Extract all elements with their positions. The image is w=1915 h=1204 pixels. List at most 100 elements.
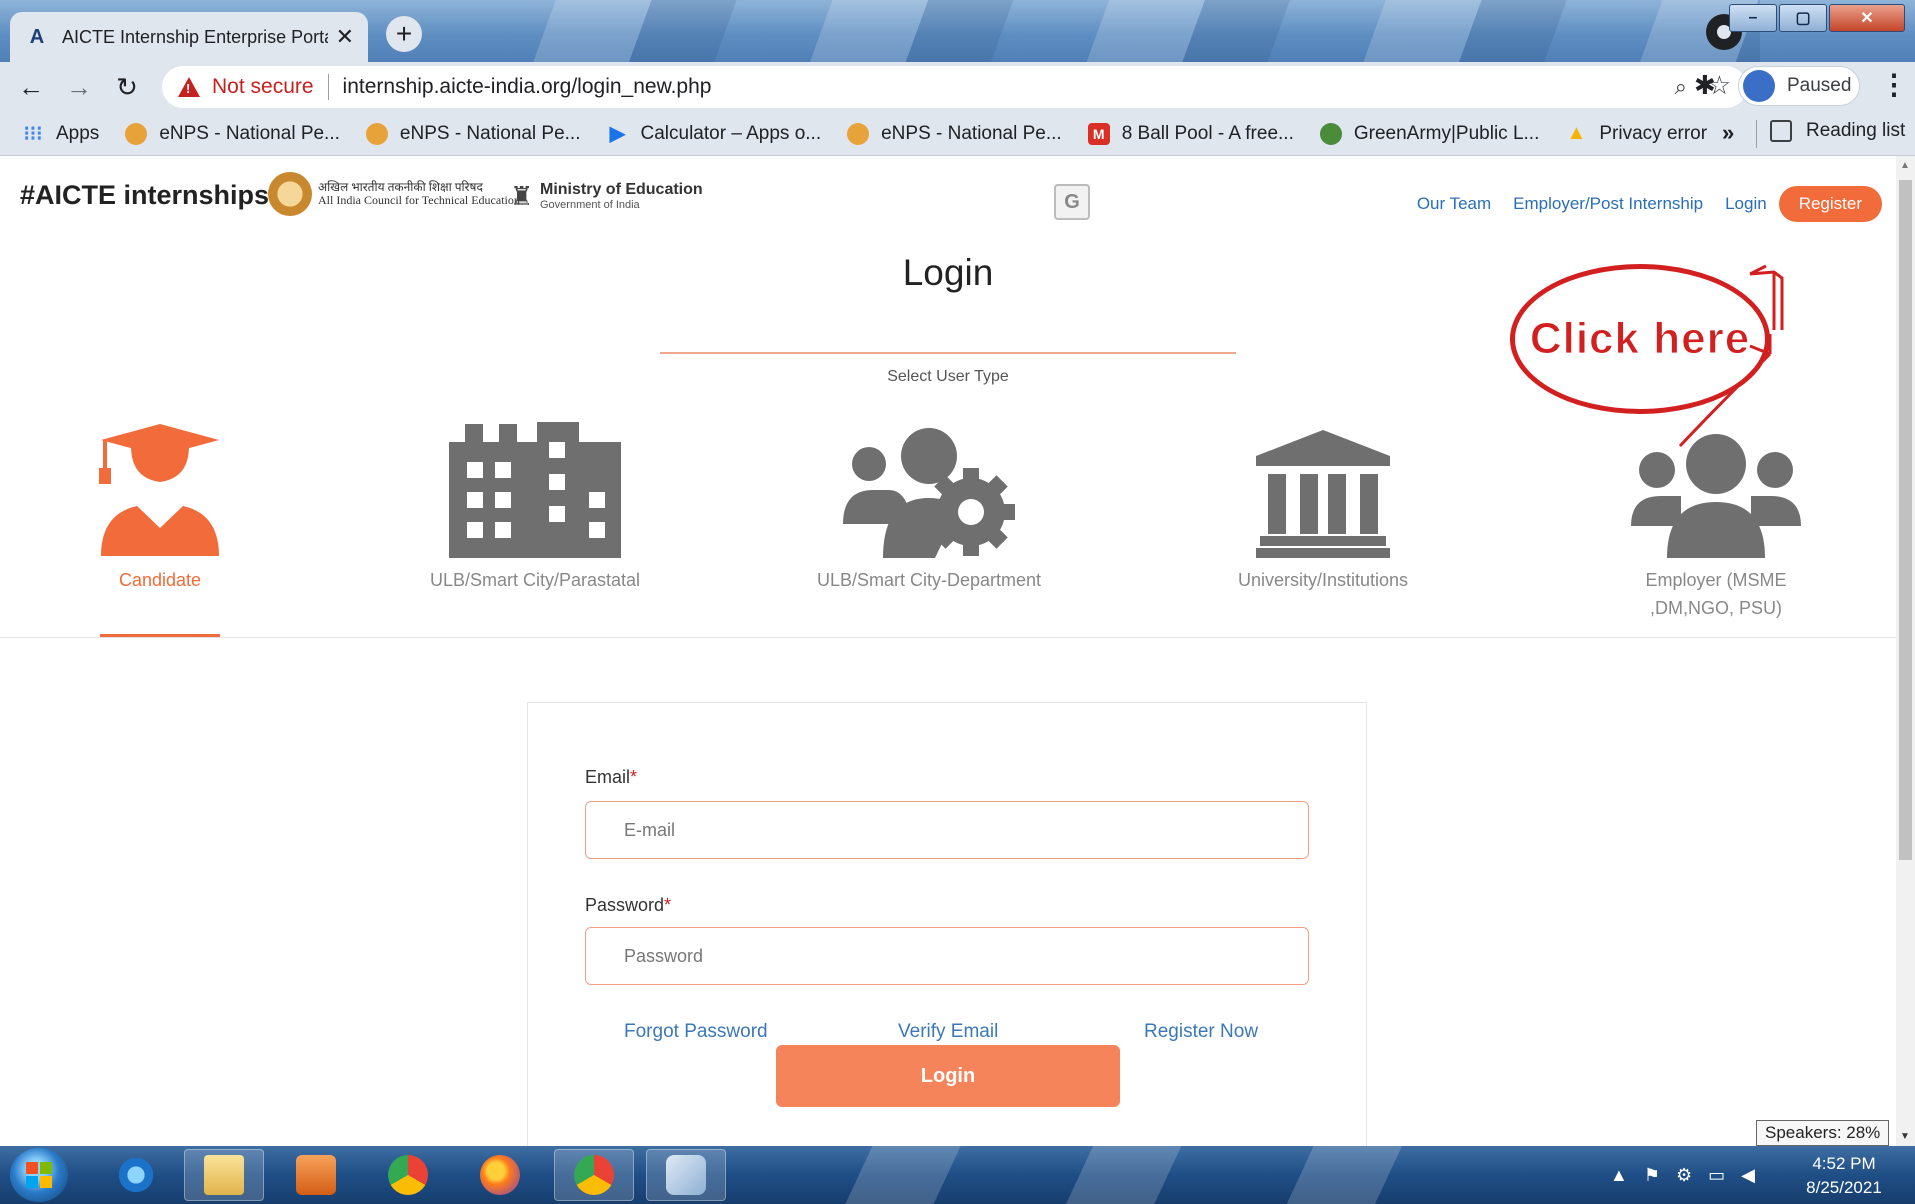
security-status[interactable]: Not secure bbox=[212, 75, 314, 99]
taskbar-internet-explorer[interactable] bbox=[96, 1149, 176, 1201]
taskbar-firefox[interactable] bbox=[460, 1149, 540, 1201]
aicte-logo-text: अखिल भारतीय तकनीकी शिक्षा परिषद All Indi… bbox=[318, 181, 520, 207]
nav-register-button[interactable]: Register bbox=[1778, 186, 1882, 222]
firefox-icon bbox=[480, 1155, 520, 1195]
minimize-icon[interactable]: – bbox=[1729, 4, 1777, 32]
google-translate-icon[interactable]: G bbox=[1054, 184, 1090, 220]
click-here-annotation: Click here bbox=[1510, 264, 1770, 414]
forgot-password-link[interactable]: Forgot Password bbox=[624, 1021, 768, 1043]
greenarmy-icon bbox=[1319, 122, 1342, 145]
action-center-flag-icon[interactable]: ⚑ bbox=[1644, 1165, 1660, 1186]
scroll-down-icon[interactable]: ▼ bbox=[1900, 1131, 1910, 1142]
bookmarks-overflow-icon[interactable]: » bbox=[1722, 120, 1734, 146]
nav-login[interactable]: Login bbox=[1725, 194, 1767, 214]
ministry-of-education-logo[interactable]: ♜ Ministry of Education Government of In… bbox=[510, 178, 703, 214]
chrome-icon bbox=[388, 1155, 428, 1195]
new-tab-button[interactable]: + bbox=[386, 16, 422, 52]
taskbar-file-explorer[interactable] bbox=[184, 1149, 264, 1201]
browser-tab-active[interactable]: A AICTE Internship Enterprise Porta ✕ bbox=[10, 12, 368, 62]
bookmark-enps-3[interactable]: eNPS - National Pe... bbox=[847, 122, 1062, 145]
speakers-volume-tooltip: Speakers: 28% bbox=[1756, 1120, 1890, 1146]
close-tab-icon[interactable]: ✕ bbox=[336, 24, 354, 50]
bookmark-8-ball-pool[interactable]: M 8 Ball Pool - A free... bbox=[1087, 122, 1294, 145]
show-hidden-icons-icon[interactable]: ▲ bbox=[1610, 1165, 1628, 1186]
taskbar-paint[interactable] bbox=[646, 1149, 726, 1201]
group-icon bbox=[1601, 418, 1831, 558]
enps-icon bbox=[847, 122, 870, 145]
windows-logo-icon bbox=[26, 1162, 52, 1188]
bookmark-label: GreenArmy|Public L... bbox=[1353, 122, 1540, 144]
extensions-puzzle-icon[interactable]: ✱ bbox=[1694, 70, 1716, 101]
password-label-text: Password bbox=[585, 895, 665, 915]
profile-status: Paused bbox=[1787, 75, 1852, 96]
more-menu-icon[interactable]: ⋮ bbox=[1880, 68, 1908, 101]
login-submit-button[interactable]: Login bbox=[776, 1045, 1120, 1107]
taskbar-media-player[interactable] bbox=[276, 1149, 356, 1201]
clock-time: 4:52 PM bbox=[1812, 1154, 1876, 1173]
user-type-university[interactable]: University/Institutions bbox=[1208, 418, 1438, 594]
reload-icon[interactable]: ↻ bbox=[110, 70, 144, 104]
window-close-icon[interactable]: ✕ bbox=[1829, 4, 1905, 32]
verify-email-link[interactable]: Verify Email bbox=[898, 1021, 998, 1043]
taskbar-chrome-remote[interactable] bbox=[554, 1149, 634, 1201]
tray-app-icon[interactable]: ⚙ bbox=[1676, 1165, 1692, 1186]
page-scrollbar[interactable]: ▲ ▼ bbox=[1896, 156, 1915, 1146]
browser-toolbar: ← → ↻ ! Not secure internship.aicte-indi… bbox=[0, 62, 1915, 112]
zoom-icon[interactable]: ⌕ bbox=[1675, 74, 1687, 100]
moe-subtitle: Government of India bbox=[540, 199, 640, 211]
bookmark-label: eNPS - National Pe... bbox=[399, 122, 581, 144]
chrome-remote-icon bbox=[574, 1155, 614, 1195]
bookmark-enps-1[interactable]: eNPS - National Pe... bbox=[125, 122, 340, 145]
address-bar[interactable]: ! Not secure internship.aicte-india.org/… bbox=[162, 66, 1747, 108]
moe-text: Ministry of Education Government of Indi… bbox=[540, 181, 703, 211]
internet-explorer-icon bbox=[116, 1155, 156, 1195]
network-icon[interactable]: ▭ bbox=[1708, 1165, 1725, 1186]
users-gear-icon bbox=[814, 418, 1044, 558]
window-controls: – ▢ ✕ bbox=[1727, 4, 1905, 32]
file-explorer-icon bbox=[204, 1155, 244, 1195]
site-brand[interactable]: #AICTE internships bbox=[20, 180, 269, 211]
back-arrow-icon[interactable]: ← bbox=[14, 70, 48, 104]
aicte-logo[interactable]: अखिल भारतीय तकनीकी शिक्षा परिषद All Indi… bbox=[268, 172, 520, 216]
user-type-employer[interactable]: Employer (MSME ,DM,NGO, PSU) bbox=[1601, 418, 1831, 622]
bookmark-enps-2[interactable]: eNPS - National Pe... bbox=[365, 122, 581, 145]
bookmark-calculator[interactable]: ▶ Calculator – Apps o... bbox=[607, 123, 821, 146]
url-text[interactable]: internship.aicte-india.org/login_new.php bbox=[343, 75, 712, 99]
avatar bbox=[1743, 70, 1775, 102]
forward-arrow-icon[interactable]: → bbox=[62, 70, 96, 104]
bookmark-apps[interactable]: ⁝⁝⁝ Apps bbox=[22, 123, 99, 146]
required-marker: * bbox=[664, 895, 672, 915]
user-type-candidate[interactable]: Candidate bbox=[45, 418, 275, 594]
bookmark-privacy-error[interactable]: ▲ Privacy error bbox=[1565, 122, 1708, 145]
user-type-label: Candidate bbox=[118, 570, 202, 590]
reading-list-button[interactable]: Reading list bbox=[1770, 120, 1905, 142]
bookmark-label: eNPS - National Pe... bbox=[159, 122, 340, 144]
scroll-up-icon[interactable]: ▲ bbox=[1900, 160, 1910, 171]
nav-our-team[interactable]: Our Team bbox=[1417, 194, 1491, 214]
maximize-icon[interactable]: ▢ bbox=[1779, 4, 1827, 32]
user-type-subtitle: Select User Type bbox=[887, 368, 1009, 385]
system-clock[interactable]: 4:52 PM 8/25/2021 bbox=[1784, 1152, 1904, 1200]
aicte-logo-line2: All India Council for Technical Educatio… bbox=[318, 193, 520, 207]
user-type-ulb-parastatal[interactable]: ULB/Smart City/Parastatal bbox=[420, 418, 650, 594]
profile-button[interactable]: Paused bbox=[1738, 66, 1860, 106]
paint-icon bbox=[666, 1155, 706, 1195]
nav-employer-post-internship[interactable]: Employer/Post Internship bbox=[1513, 194, 1703, 214]
bookmark-label: Privacy error bbox=[1599, 122, 1708, 144]
register-now-link[interactable]: Register Now bbox=[1144, 1021, 1258, 1043]
user-type-ulb-department[interactable]: ULB/Smart City-Department bbox=[814, 418, 1044, 594]
bookmark-greenarmy[interactable]: GreenArmy|Public L... bbox=[1319, 122, 1540, 145]
user-type-label: ULB/Smart City-Department bbox=[816, 570, 1042, 590]
email-field[interactable] bbox=[585, 801, 1309, 859]
password-field[interactable] bbox=[585, 927, 1309, 985]
apps-grid-icon: ⁝⁝⁝ bbox=[23, 123, 43, 145]
required-marker: * bbox=[630, 767, 638, 787]
warning-icon[interactable]: ! bbox=[178, 77, 200, 97]
omnibox-divider bbox=[327, 74, 329, 100]
system-tray: ▲ ⚑ ⚙ ▭ ◀ bbox=[1610, 1146, 1771, 1204]
aicte-logo-line1: अखिल भारतीय तकनीकी शिक्षा परिषद bbox=[318, 180, 483, 194]
start-button[interactable] bbox=[10, 1148, 68, 1202]
scrollbar-thumb[interactable] bbox=[1899, 180, 1912, 860]
speaker-icon[interactable]: ◀ bbox=[1741, 1165, 1755, 1186]
taskbar-chrome[interactable] bbox=[368, 1149, 448, 1201]
